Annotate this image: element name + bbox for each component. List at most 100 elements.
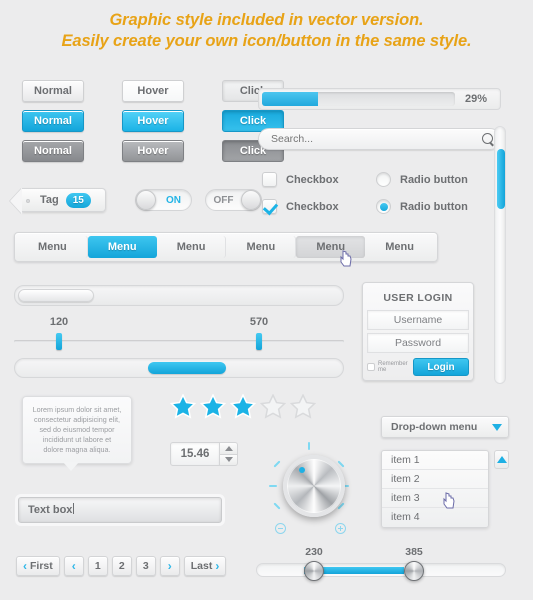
pagination-next-button[interactable]: › (159, 556, 180, 576)
vertical-scrollbar[interactable] (494, 126, 506, 384)
chevron-right-icon: › (215, 559, 220, 573)
star-icon-empty-4[interactable] (260, 394, 286, 419)
progress-value: 29% (464, 93, 488, 105)
star-icon-filled-3[interactable] (230, 394, 256, 419)
number-stepper: 15.46 (170, 442, 238, 466)
pagination-first-button[interactable]: ‹ First (16, 556, 60, 576)
checkbox-label-2: Checkbox (286, 200, 339, 213)
button-hover-blue[interactable]: Hover (122, 110, 184, 132)
knob-tick-1 (273, 460, 281, 468)
search-field[interactable] (258, 128, 501, 150)
menu-item-3[interactable]: Menu (157, 236, 227, 258)
list-box: item 1 item 2 item 3 item 4 (381, 450, 489, 528)
chevron-up-icon (496, 456, 507, 463)
radio-label-1: Radio button (400, 173, 468, 186)
tag-hole-icon (26, 199, 30, 203)
list-item[interactable]: item 1 (382, 451, 488, 470)
menu-item-5-hover[interactable]: Menu (296, 236, 366, 258)
stepper-down-button[interactable] (220, 453, 238, 466)
blue-slider[interactable] (14, 358, 344, 378)
list-item[interactable]: item 2 (382, 470, 488, 489)
chevron-right-icon: › (167, 559, 172, 573)
scrollbar-thumb-horizontal[interactable] (18, 289, 94, 302)
pagination-prev-button[interactable]: ‹ (63, 556, 84, 576)
list-item[interactable]: item 3 (382, 489, 488, 508)
dropdown-menu[interactable]: Drop-down menu (381, 416, 509, 438)
button-normal-gray[interactable]: Normal (22, 140, 84, 162)
toggle-switch-on[interactable]: ON (135, 189, 192, 211)
checkbox-unchecked[interactable] (262, 172, 277, 187)
list-scroll-up-button[interactable] (494, 450, 509, 469)
dual-slider-handle-left[interactable] (304, 561, 324, 581)
menu-bar: Menu Menu Menu Menu Menu Menu (14, 232, 438, 262)
login-bottom-row: Remember me Login (367, 356, 469, 376)
menu-item-1[interactable]: Menu (18, 236, 88, 258)
dual-slider-handle-right[interactable] (404, 561, 424, 581)
pagination-page-2[interactable]: 2 (111, 556, 132, 576)
dual-slider-left-label: 230 (305, 546, 323, 558)
menu-item-6[interactable]: Menu (365, 236, 434, 258)
pagination-page-1[interactable]: 1 (87, 556, 108, 576)
button-hover-gray[interactable]: Hover (122, 140, 184, 162)
chevron-up-icon (224, 445, 233, 451)
radio-unchecked[interactable] (376, 172, 391, 187)
text-caret (73, 503, 75, 514)
menu-item-2-active[interactable]: Menu (87, 236, 157, 258)
button-normal-light[interactable]: Normal (22, 80, 84, 102)
toggle-knob-off (241, 190, 261, 210)
knob-tick-3 (273, 502, 281, 510)
toggle-knob-on (136, 190, 156, 210)
pagination-page-3[interactable]: 3 (135, 556, 156, 576)
minus-circle-icon[interactable] (275, 523, 286, 534)
pagination-first-label: First (30, 559, 53, 572)
button-row-light: Normal Hover Click (22, 80, 284, 102)
knob-dial[interactable] (283, 455, 345, 517)
toggle-label-on: ON (166, 194, 181, 206)
login-title: USER LOGIN (383, 292, 453, 304)
star-rating (170, 394, 316, 419)
button-normal-blue[interactable]: Normal (22, 110, 84, 132)
button-row-blue: Normal Hover Click (22, 110, 284, 132)
blue-slider-thumb[interactable] (148, 362, 226, 374)
checkbox-checked[interactable] (262, 199, 277, 214)
toggle-switch-off[interactable]: OFF (205, 189, 262, 211)
remember-me-label: Remember me (378, 361, 408, 373)
dropdown-label: Drop-down menu (391, 421, 478, 433)
stepper-up-button[interactable] (220, 442, 238, 454)
range-max-label: 570 (249, 316, 269, 328)
text-box[interactable]: Text box (15, 494, 225, 526)
button-hover-light[interactable]: Hover (122, 80, 184, 102)
pagination-last-button[interactable]: Last › (183, 556, 227, 576)
checkbox-radio-row-2: Checkbox Radio button (262, 199, 490, 214)
remember-me-checkbox[interactable] (367, 363, 375, 371)
progress-track (262, 92, 455, 106)
username-field[interactable]: Username (367, 310, 469, 330)
chevron-left-icon: ‹ (71, 559, 76, 573)
login-button[interactable]: Login (413, 358, 469, 376)
range-handle-min[interactable] (56, 333, 62, 350)
user-login-panel: USER LOGIN Username Password Remember me… (362, 282, 474, 381)
star-icon-filled-2[interactable] (200, 394, 226, 419)
horizontal-scrollbar[interactable] (14, 285, 344, 306)
range-min-label: 120 (49, 316, 69, 328)
password-field[interactable]: Password (367, 333, 469, 353)
menu-item-4[interactable]: Menu (226, 236, 297, 258)
stepper-value[interactable]: 15.46 (170, 442, 220, 466)
range-track[interactable] (14, 340, 344, 343)
radio-label-2: Radio button (400, 200, 468, 213)
scrollbar-thumb-vertical[interactable] (497, 149, 505, 209)
knob-tick-4 (308, 442, 310, 450)
radio-checked[interactable] (376, 199, 391, 214)
list-item[interactable]: item 4 (382, 508, 488, 527)
star-icon-filled-1[interactable] (170, 394, 196, 419)
pagination: ‹ First ‹ 1 2 3 › Last › (16, 556, 227, 576)
search-input[interactable] (269, 132, 481, 146)
button-row-gray: Normal Hover Click (22, 140, 284, 162)
chevron-down-icon[interactable] (492, 423, 502, 431)
star-icon-empty-5[interactable] (290, 394, 316, 419)
plus-circle-icon[interactable] (335, 523, 346, 534)
rotary-knob[interactable] (265, 442, 355, 538)
dual-slider-right-label: 385 (405, 546, 423, 558)
range-handle-max[interactable] (256, 333, 262, 350)
tag-element[interactable]: Tag 15 (22, 188, 106, 212)
